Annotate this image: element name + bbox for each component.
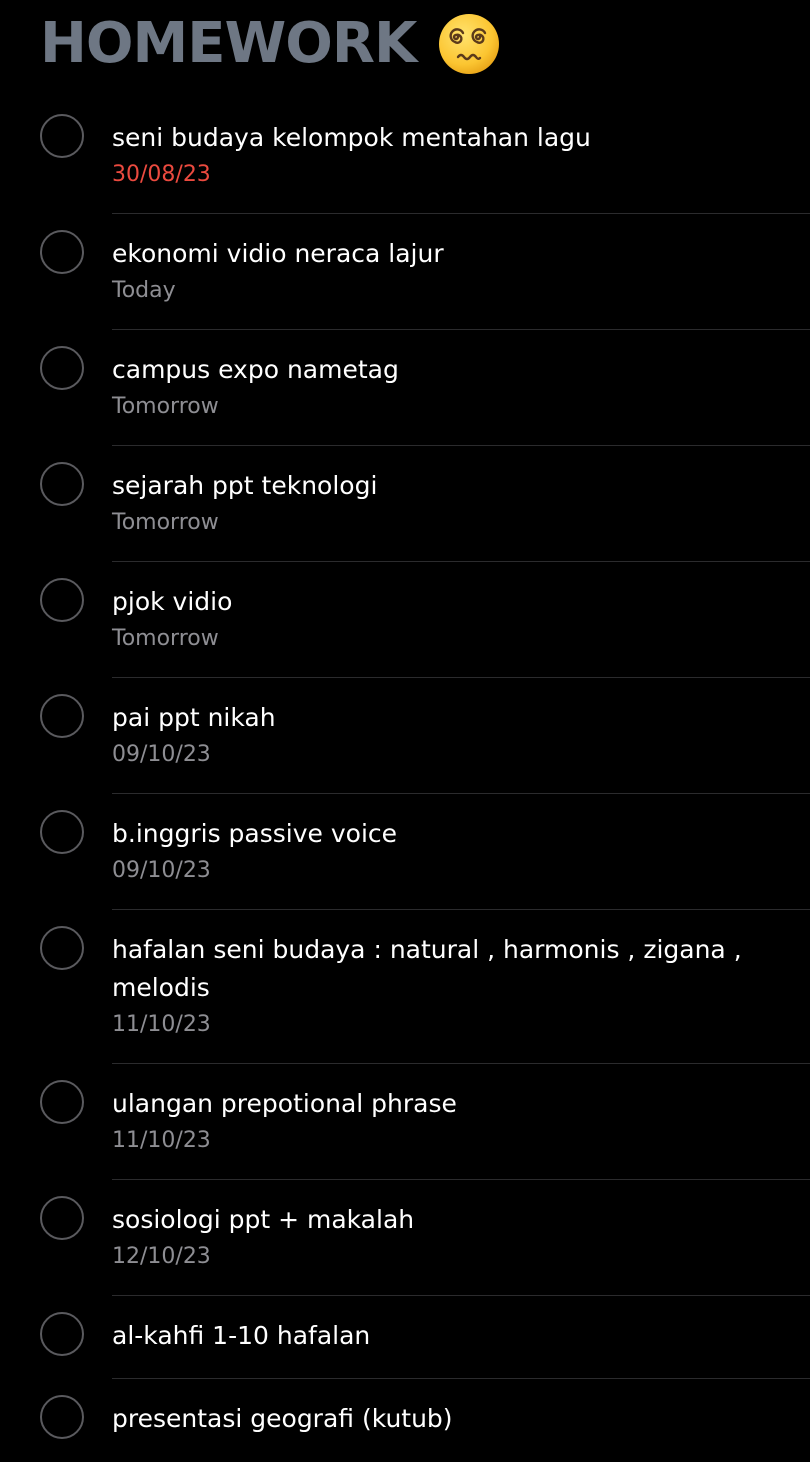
reminder-due-date: Tomorrow <box>112 394 219 419</box>
reminder-due-date: 09/10/23 <box>112 858 211 883</box>
reminder-item[interactable]: ekonomi vidio neraca lajur Today <box>0 214 810 330</box>
reminder-item[interactable]: ulangan prepotional phrase 11/10/23 <box>0 1064 810 1180</box>
complete-checkbox[interactable] <box>40 1080 84 1124</box>
reminder-due-date: 30/08/23 <box>112 162 211 187</box>
complete-checkbox[interactable] <box>40 230 84 274</box>
complete-checkbox[interactable] <box>40 346 84 390</box>
reminder-title[interactable]: presentasi geografi (kutub) <box>112 1400 750 1438</box>
reminder-due-date: Tomorrow <box>112 626 219 651</box>
reminder-due-date: 09/10/23 <box>112 742 211 767</box>
reminder-title[interactable]: seni budaya kelompok mentahan lagu <box>112 119 750 157</box>
complete-checkbox[interactable] <box>40 578 84 622</box>
reminder-item[interactable]: sejarah ppt teknologi Tomorrow <box>0 446 810 562</box>
reminder-due-date: 11/10/23 <box>112 1012 211 1037</box>
complete-checkbox[interactable] <box>40 1312 84 1356</box>
reminder-due-date: 11/10/23 <box>112 1128 211 1153</box>
complete-checkbox[interactable] <box>40 462 84 506</box>
list-header: HOMEWORK <box>40 4 500 84</box>
reminder-title[interactable]: ekonomi vidio neraca lajur <box>112 235 750 273</box>
reminder-list: seni budaya kelompok mentahan lagu 30/08… <box>0 98 810 1462</box>
reminder-item[interactable]: pjok vidio Tomorrow <box>0 562 810 678</box>
reminder-item[interactable]: sosiologi ppt + makalah 12/10/23 <box>0 1180 810 1296</box>
reminder-title[interactable]: pjok vidio <box>112 583 750 621</box>
reminder-title[interactable]: ulangan prepotional phrase <box>112 1085 750 1123</box>
complete-checkbox[interactable] <box>40 1395 84 1439</box>
complete-checkbox[interactable] <box>40 114 84 158</box>
reminder-title[interactable]: al-kahfi 1-10 hafalan <box>112 1317 750 1355</box>
dizzy-face-emoji-icon <box>438 13 500 75</box>
reminder-item[interactable]: campus expo nametag Tomorrow <box>0 330 810 446</box>
complete-checkbox[interactable] <box>40 926 84 970</box>
reminder-due-date: Tomorrow <box>112 510 219 535</box>
reminder-title[interactable]: pai ppt nikah <box>112 699 750 737</box>
reminder-item[interactable]: b.inggris passive voice 09/10/23 <box>0 794 810 910</box>
reminder-item[interactable]: seni budaya kelompok mentahan lagu 30/08… <box>0 98 810 214</box>
reminder-title[interactable]: sejarah ppt teknologi <box>112 467 750 505</box>
list-title[interactable]: HOMEWORK <box>40 4 417 84</box>
reminder-due-date: Today <box>112 278 176 303</box>
complete-checkbox[interactable] <box>40 694 84 738</box>
reminder-item[interactable]: hafalan seni budaya : natural , harmonis… <box>0 910 810 1064</box>
reminder-title[interactable]: sosiologi ppt + makalah <box>112 1201 750 1239</box>
reminder-title[interactable]: campus expo nametag <box>112 351 750 389</box>
reminder-title[interactable]: b.inggris passive voice <box>112 815 750 853</box>
reminder-item[interactable]: presentasi geografi (kutub) <box>0 1379 810 1462</box>
reminder-title[interactable]: hafalan seni budaya : natural , harmonis… <box>112 931 750 1007</box>
complete-checkbox[interactable] <box>40 1196 84 1240</box>
reminder-item[interactable]: pai ppt nikah 09/10/23 <box>0 678 810 794</box>
reminder-item[interactable]: al-kahfi 1-10 hafalan <box>0 1296 810 1379</box>
reminder-due-date: 12/10/23 <box>112 1244 211 1269</box>
complete-checkbox[interactable] <box>40 810 84 854</box>
